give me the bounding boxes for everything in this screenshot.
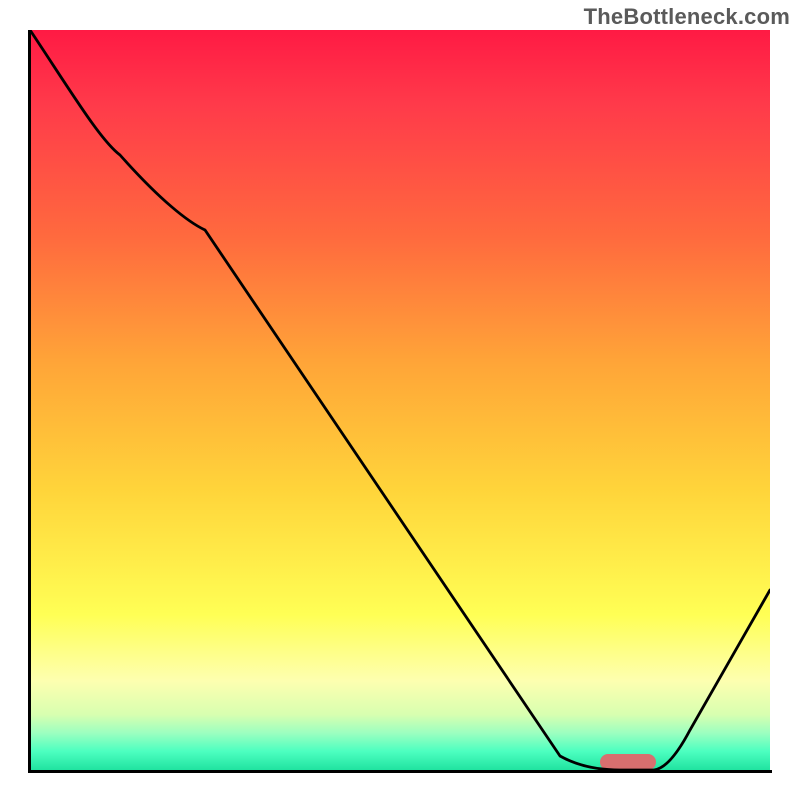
- watermark-text: TheBottleneck.com: [584, 4, 790, 30]
- plot-area: [30, 30, 770, 770]
- curve-path: [30, 30, 770, 770]
- bottleneck-curve: [30, 30, 770, 770]
- chart-container: TheBottleneck.com: [0, 0, 800, 800]
- x-axis: [28, 770, 772, 773]
